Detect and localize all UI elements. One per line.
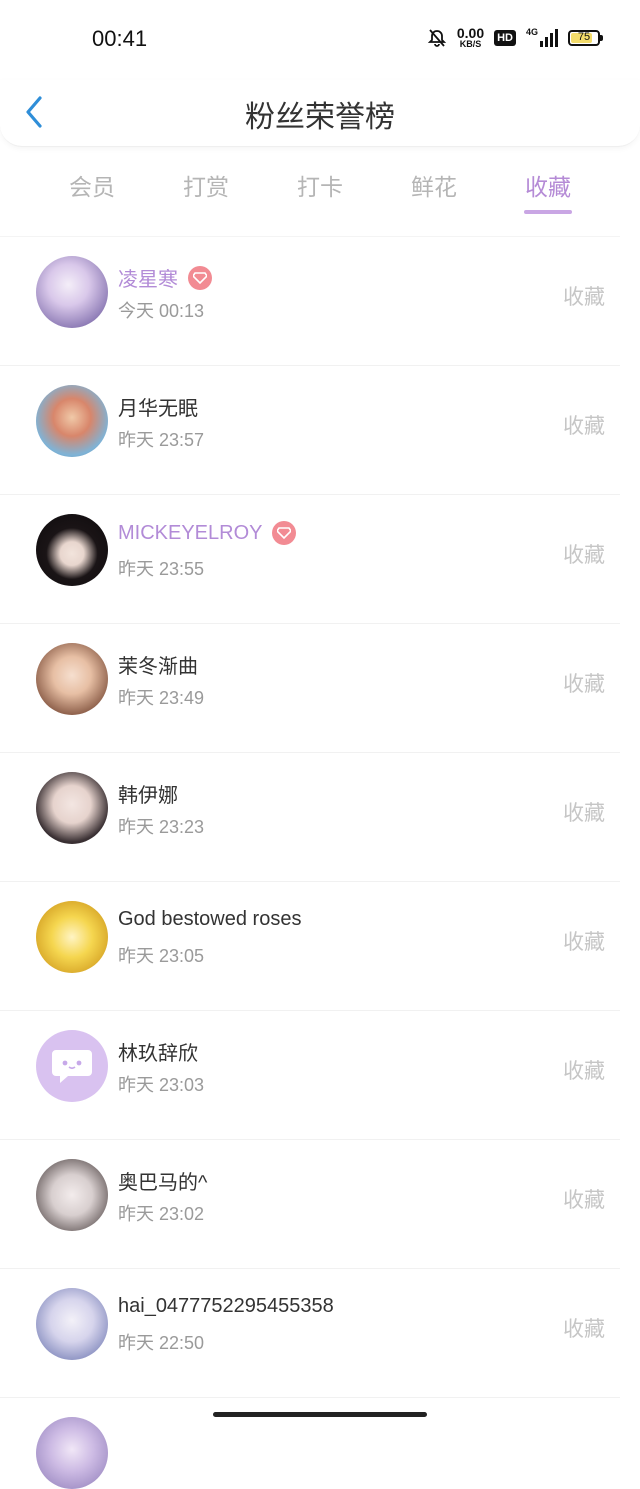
hd-icon: HD [494, 29, 516, 46]
fan-name[interactable]: MICKEYELROY [118, 522, 262, 545]
fan-time: 昨天 23:49 [118, 688, 205, 708]
signal-icon: 4G [526, 27, 558, 47]
list-item[interactable]: 韩伊娜 昨天 23:23 收藏 [0, 752, 620, 881]
home-indicator[interactable] [213, 1412, 427, 1417]
tab-favorites[interactable]: 收藏 [503, 168, 593, 202]
fan-name[interactable]: 韩伊娜 [118, 779, 178, 808]
avatar[interactable] [36, 385, 108, 457]
avatar[interactable] [36, 514, 108, 586]
fan-time: 昨天 23:05 [118, 946, 205, 966]
action-label: 收藏 [563, 285, 605, 309]
avatar[interactable] [36, 1417, 108, 1489]
network-speed: 0.00 KB/S [456, 25, 485, 49]
tab-member[interactable]: 会员 [47, 168, 137, 202]
list-item[interactable]: 凌星寒 今天 00:13 收藏 [0, 236, 620, 365]
fan-time: 昨天 23:02 [118, 1204, 205, 1224]
fan-name[interactable]: God bestowed roses [118, 908, 301, 931]
action-label: 收藏 [563, 1059, 605, 1083]
avatar[interactable] [36, 643, 108, 715]
list-item[interactable]: MICKEYELROY 昨天 23:55 收藏 [0, 494, 620, 623]
list-item[interactable]: God bestowed roses 昨天 23:05 收藏 [0, 881, 620, 1010]
vip-badge-icon [272, 521, 297, 545]
list-item[interactable]: 奥巴马的^ 昨天 23:02 收藏 [0, 1139, 620, 1268]
action-label: 收藏 [563, 930, 605, 954]
fan-time: 昨天 22:50 [118, 1333, 205, 1353]
fan-name[interactable]: 茉冬渐曲 [118, 650, 198, 679]
mute-bell-icon [427, 28, 447, 47]
list-item[interactable]: 月华无眠 昨天 23:57 收藏 [0, 365, 620, 494]
avatar[interactable] [36, 901, 108, 973]
status-time: 00:41 [92, 26, 148, 51]
fan-time: 昨天 23:55 [118, 559, 205, 579]
list-item[interactable]: hai_0477752295455358 昨天 22:50 收藏 [0, 1268, 620, 1397]
active-tab-indicator [524, 210, 572, 214]
action-label: 收藏 [563, 1188, 605, 1212]
list-item[interactable]: 林玖辞欣 昨天 23:03 收藏 [0, 1010, 620, 1139]
fan-name[interactable]: 林玖辞欣 [118, 1037, 198, 1066]
status-icons: 0.00 KB/S HD 4G 75 [427, 25, 603, 49]
action-label: 收藏 [563, 1317, 605, 1341]
fan-time: 昨天 23:57 [118, 430, 205, 450]
action-label: 收藏 [563, 543, 605, 567]
action-label: 收藏 [563, 672, 605, 696]
action-label: 收藏 [563, 414, 605, 438]
avatar[interactable] [36, 772, 108, 844]
fan-time: 昨天 23:23 [118, 817, 205, 837]
list-item[interactable]: 茉冬渐曲 昨天 23:49 收藏 [0, 623, 620, 752]
action-label: 收藏 [563, 801, 605, 825]
battery-icon: 75 [568, 29, 603, 46]
fan-name[interactable]: 奥巴马的^ [118, 1166, 207, 1195]
avatar[interactable] [36, 1159, 108, 1231]
list-item-partial[interactable] [0, 1397, 620, 1489]
vip-badge-icon [188, 265, 212, 290]
page-title: 粉丝荣誉榜 [245, 100, 395, 135]
fan-time: 今天 00:13 [118, 301, 205, 321]
tab-bar: 会员 打赏 打卡 鲜花 收藏 [0, 160, 640, 222]
avatar[interactable] [36, 1030, 108, 1102]
fan-name[interactable]: 月华无眠 [118, 392, 198, 421]
top-bar: 粉丝荣誉榜 [0, 80, 640, 147]
default-chat-avatar-icon [52, 1050, 92, 1083]
avatar[interactable] [36, 1288, 108, 1360]
fan-list: 凌星寒 今天 00:13 收藏 月华无眠 昨天 23:57 收藏 MICKEYE… [0, 236, 640, 1489]
tab-checkin[interactable]: 打卡 [275, 168, 365, 202]
fan-name[interactable]: 凌星寒 [118, 263, 178, 292]
fan-name[interactable]: hai_0477752295455358 [118, 1295, 334, 1318]
fan-time: 昨天 23:03 [118, 1075, 205, 1095]
tab-flowers[interactable]: 鲜花 [389, 168, 479, 202]
status-bar: 00:41 0.00 KB/S HD 4G 75 [0, 0, 640, 80]
avatar[interactable] [36, 256, 108, 328]
tab-reward[interactable]: 打赏 [161, 168, 251, 202]
